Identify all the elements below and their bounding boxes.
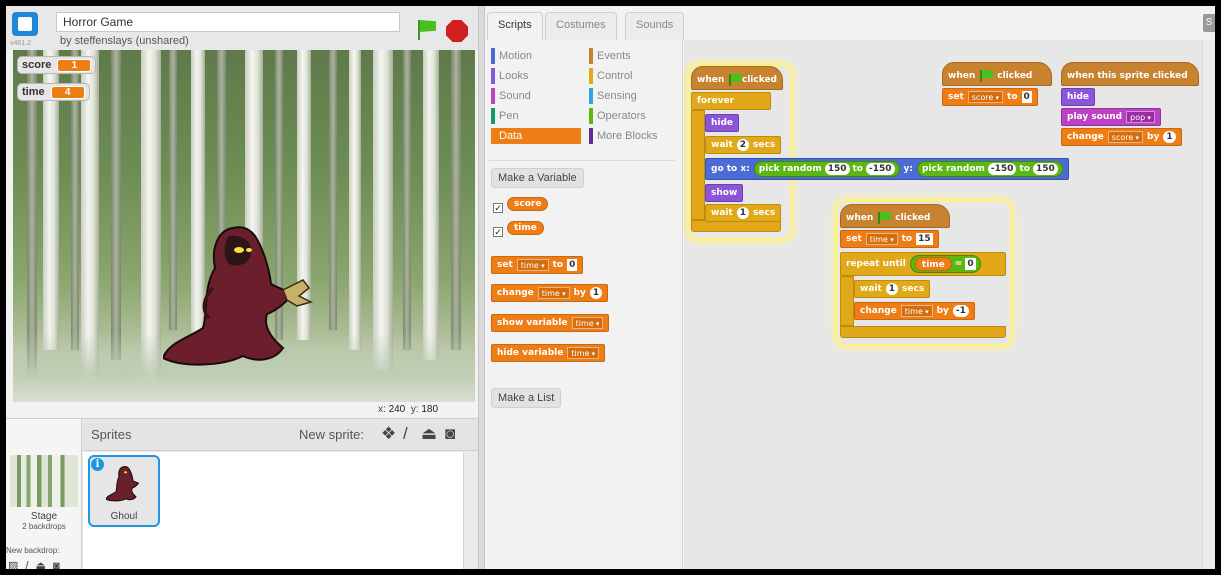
s1-forever-block[interactable]: forever bbox=[691, 92, 771, 110]
new-backdrop-label: New backdrop: bbox=[6, 546, 60, 555]
category-pen[interactable]: Pen bbox=[491, 108, 519, 124]
watcher-value: 1 bbox=[57, 58, 92, 72]
s1-when-flag-clicked[interactable]: when clicked bbox=[691, 66, 783, 90]
score-watcher[interactable]: score 1 bbox=[17, 56, 97, 74]
ghoul-thumbnail bbox=[106, 466, 140, 502]
s1-wait-block[interactable]: wait 2 secs bbox=[705, 136, 782, 154]
score-reporter[interactable]: score bbox=[507, 197, 549, 211]
sprite-tile-ghoul[interactable]: i Ghoul bbox=[88, 455, 160, 527]
make-list-button[interactable]: Make a List bbox=[491, 388, 562, 408]
category-motion[interactable]: Motion bbox=[491, 48, 532, 64]
stage[interactable]: score 1 time 4 bbox=[13, 50, 475, 402]
upload-icon[interactable]: ⏏ bbox=[421, 424, 437, 444]
time-watcher[interactable]: time 4 bbox=[17, 83, 90, 101]
time-reporter[interactable]: time bbox=[507, 221, 544, 235]
ghoul-sprite[interactable] bbox=[163, 218, 323, 368]
s2-set-score-block[interactable]: setscoreto0 bbox=[942, 88, 1038, 106]
stage-thumbnail[interactable] bbox=[10, 455, 78, 507]
s4-repeat-arm bbox=[840, 276, 854, 326]
green-flag-icon bbox=[877, 212, 892, 224]
author-label: by steffenslays (unshared) bbox=[60, 35, 189, 47]
stop-button[interactable] bbox=[446, 20, 468, 42]
s3-change-score-block[interactable]: changescoreby1 bbox=[1061, 128, 1182, 146]
tab-sounds[interactable]: Sounds bbox=[625, 12, 685, 40]
category-looks[interactable]: Looks bbox=[491, 68, 528, 84]
category-events[interactable]: Events bbox=[589, 48, 631, 64]
brush-icon[interactable]: / bbox=[403, 424, 408, 444]
mouse-y: 180 bbox=[421, 404, 439, 415]
green-flag-button[interactable] bbox=[414, 18, 438, 42]
small-stage-button[interactable]: S bbox=[1203, 14, 1215, 32]
s1-show-block[interactable]: show bbox=[705, 184, 744, 202]
version-label: v461.2 bbox=[10, 40, 32, 47]
stage-header: v461.2 Horror Game by steffenslays (unsh… bbox=[6, 6, 478, 50]
sprite-list-scrollbar[interactable] bbox=[463, 452, 478, 569]
palette-hide-variable-block[interactable]: hide variable time bbox=[491, 344, 606, 362]
watcher-value: 4 bbox=[50, 85, 85, 99]
category-sensing[interactable]: Sensing bbox=[589, 88, 637, 104]
stage-backdrop-count: 2 backdrops bbox=[22, 522, 66, 531]
camera-icon[interactable]: ◙ bbox=[445, 424, 455, 444]
s3-hide-block[interactable]: hide bbox=[1061, 88, 1096, 106]
scripts-scrollbar[interactable] bbox=[1202, 40, 1215, 569]
fullscreen-icon[interactable] bbox=[12, 12, 38, 36]
sprite-pane: Stage 2 backdrops New backdrop: ▨ / ⏏ ◙ … bbox=[6, 418, 478, 569]
equals-operator[interactable]: time = 0 bbox=[909, 255, 981, 273]
watcher-label: time bbox=[22, 86, 45, 98]
s1-hide-block[interactable]: hide bbox=[705, 114, 740, 132]
s4-set-time-block[interactable]: settimeto15 bbox=[840, 230, 939, 248]
category-operators[interactable]: Operators bbox=[589, 108, 646, 124]
new-backdrop-tools[interactable]: ▨ / ⏏ ◙ bbox=[8, 559, 62, 569]
s4-wait-block[interactable]: wait 1 secs bbox=[854, 280, 931, 298]
pane-divider[interactable] bbox=[478, 6, 485, 569]
category-data[interactable]: Data bbox=[491, 128, 581, 144]
block-palette: Motion Looks Sound Pen Data Events Contr… bbox=[485, 40, 683, 569]
info-icon[interactable]: i bbox=[91, 458, 104, 471]
pick-random-reporter[interactable]: pick random -150 to 150 bbox=[917, 161, 1063, 177]
s1-forever-arm bbox=[691, 110, 705, 220]
stage-label: Stage bbox=[30, 511, 58, 522]
time-checkbox[interactable]: ✓ bbox=[493, 227, 503, 237]
new-sprite-label: New sprite: bbox=[299, 427, 365, 442]
mouse-x: 240 bbox=[388, 404, 406, 415]
s4-repeat-until-block[interactable]: repeat until time = 0 bbox=[840, 252, 1006, 276]
watcher-label: score bbox=[22, 59, 52, 71]
palette-show-variable-block[interactable]: show variable time bbox=[491, 314, 610, 332]
stage-column: Stage 2 backdrops New backdrop: ▨ / ⏏ ◙ bbox=[6, 419, 82, 569]
make-variable-button[interactable]: Make a Variable bbox=[491, 168, 584, 188]
category-sound[interactable]: Sound bbox=[491, 88, 531, 104]
sprites-header: Sprites New sprite: ❖ / ⏏ ◙ bbox=[83, 419, 478, 451]
s4-change-time-block[interactable]: changetimeby-1 bbox=[854, 302, 975, 320]
palette-change-block[interactable]: changetimeby1 bbox=[491, 284, 609, 302]
s4-repeat-foot bbox=[840, 326, 1006, 338]
s4-when-flag-clicked[interactable]: when clicked bbox=[840, 204, 950, 228]
s3-play-sound-block[interactable]: play sound pop bbox=[1061, 108, 1161, 126]
pick-random-reporter[interactable]: pick random 150 to -150 bbox=[753, 161, 900, 177]
green-flag-icon bbox=[728, 74, 742, 86]
s3-when-sprite-clicked[interactable]: when this sprite clicked bbox=[1061, 62, 1199, 86]
palette-separator bbox=[489, 160, 675, 161]
s1-goto-block[interactable]: go to x: pick random 150 to -150 y: pick ra… bbox=[705, 158, 1069, 180]
s2-when-flag-clicked[interactable]: when clicked bbox=[942, 62, 1052, 86]
palette-set-block[interactable]: settimeto0 bbox=[491, 256, 584, 274]
paint-icon[interactable]: ❖ bbox=[381, 424, 396, 444]
tab-bar: Scripts Costumes Sounds bbox=[485, 6, 1215, 40]
sprites-title: Sprites bbox=[91, 427, 132, 442]
score-checkbox[interactable]: ✓ bbox=[493, 203, 503, 213]
tab-costumes[interactable]: Costumes bbox=[545, 12, 617, 40]
category-control[interactable]: Control bbox=[589, 68, 632, 84]
mouse-coords: x: 240 y: 180 bbox=[378, 404, 439, 415]
green-flag-icon bbox=[979, 70, 994, 82]
category-more-blocks[interactable]: More Blocks bbox=[589, 128, 658, 144]
project-title-input[interactable]: Horror Game bbox=[56, 12, 400, 32]
sprite-name: Ghoul bbox=[110, 511, 138, 522]
s1-wait-block-2[interactable]: wait 1 secs bbox=[705, 204, 782, 222]
tab-scripts[interactable]: Scripts bbox=[487, 12, 543, 40]
scratch-editor: v461.2 Horror Game by steffenslays (unsh… bbox=[6, 6, 1215, 569]
